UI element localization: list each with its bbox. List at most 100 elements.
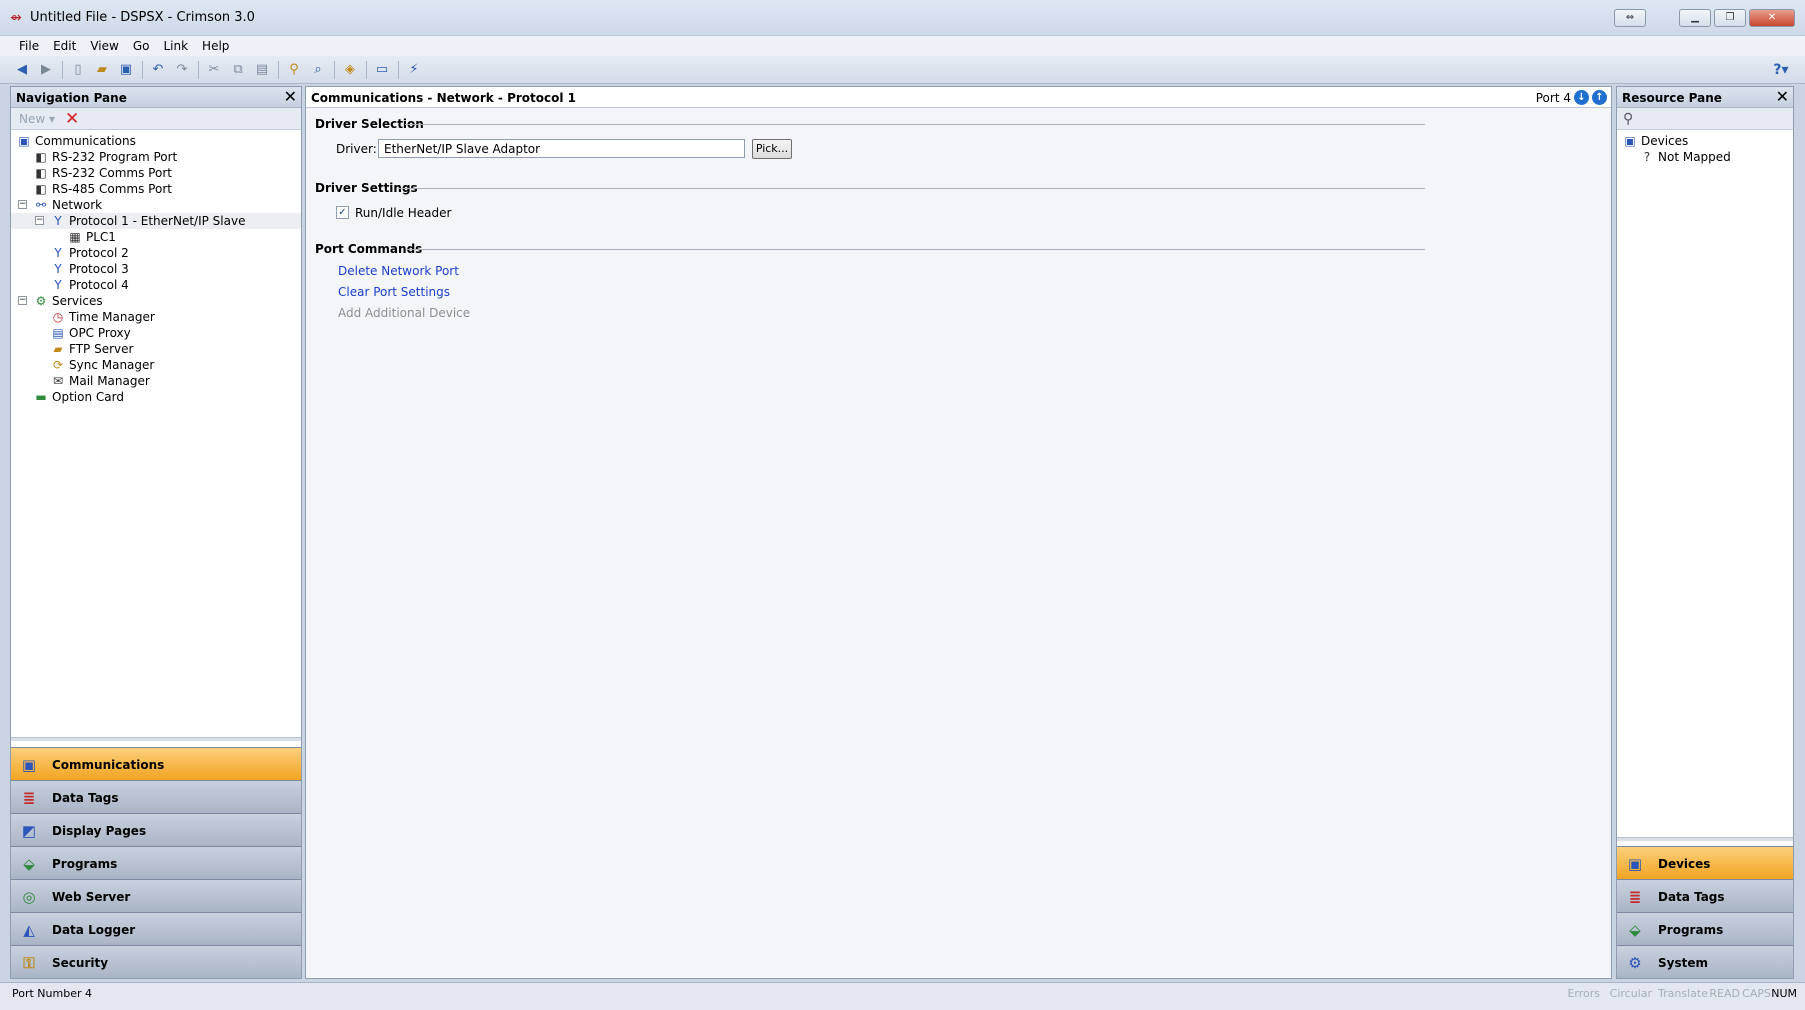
close-icon[interactable]: ✕	[284, 88, 297, 106]
undo-icon[interactable]: ↶	[148, 60, 168, 80]
tree-item[interactable]: − ⚙ Services	[11, 293, 301, 309]
tree-item[interactable]: Y Protocol 4	[11, 277, 301, 293]
driver-field[interactable]: EtherNet/IP Slave Adaptor	[378, 139, 745, 158]
find-replace-icon[interactable]: ⌕	[308, 60, 328, 80]
tree-item[interactable]: − ⚯ Network	[11, 197, 301, 213]
tree-item[interactable]: ✉ Mail Manager	[11, 373, 301, 389]
category-button[interactable]: ◭ Data Logger	[11, 912, 301, 945]
ftp-server-icon: ▰	[53, 342, 63, 356]
category-button[interactable]: ▣ Devices	[1617, 846, 1793, 879]
resource-pane: Resource Pane ✕ ⚲ ▣ Devices? Not Mapped ▣ D…	[1616, 86, 1794, 979]
forward-icon[interactable]: ▶	[36, 60, 56, 80]
menu-file[interactable]: File	[14, 36, 48, 56]
add-additional-device-link: Add Additional Device	[338, 306, 471, 320]
option-card-icon: ▬	[35, 390, 47, 404]
tree-item[interactable]: ◧ RS-485 Comms Port	[11, 181, 301, 197]
tree-item-label: Devices	[1641, 134, 1689, 148]
clear-port-settings-link[interactable]: Clear Port Settings	[338, 285, 450, 299]
link-icon[interactable]: ⚡	[404, 60, 424, 80]
category-button[interactable]: ⚙ System	[1617, 945, 1793, 978]
category-button[interactable]: ≣ Data Tags	[1617, 879, 1793, 912]
resource-toolbar: ⚲	[1617, 108, 1793, 130]
tree-item[interactable]: − Y Protocol 1 - EtherNet/IP Slave	[11, 213, 301, 229]
tree-item[interactable]: ▣ Communications	[11, 133, 301, 149]
tree-item[interactable]: ? Not Mapped	[1617, 149, 1793, 165]
tree-item[interactable]: ⟳ Sync Manager	[11, 357, 301, 373]
close-icon[interactable]: ✕	[1776, 88, 1789, 106]
paste-icon[interactable]: ▤	[252, 60, 272, 80]
data-tags-icon: ≣	[1628, 888, 1642, 906]
tree-item-label: Services	[52, 294, 103, 308]
menu-help[interactable]: Help	[197, 36, 238, 56]
menu-edit[interactable]: Edit	[48, 36, 85, 56]
new-item-button[interactable]: New ▾	[19, 112, 55, 126]
back-icon[interactable]: ◀	[12, 60, 32, 80]
arrow-up-icon[interactable]: ↑	[1592, 90, 1607, 105]
tree-item[interactable]: ◷ Time Manager	[11, 309, 301, 325]
data-logger-icon: ◭	[23, 921, 35, 939]
tree-collapse-icon[interactable]: −	[18, 200, 27, 209]
category-button[interactable]: ⚿ Security	[11, 945, 301, 978]
cut-icon[interactable]: ✂	[204, 60, 224, 80]
tree-item[interactable]: ▣ Devices	[1617, 133, 1793, 149]
close-button[interactable]: ✕	[1749, 9, 1795, 27]
find-icon[interactable]: ⚲	[284, 60, 304, 80]
tree-item-label: Protocol 3	[69, 262, 129, 276]
tree-item-label: RS-232 Program Port	[52, 150, 178, 164]
driver-label: Driver:	[336, 142, 377, 156]
port-navigator: Port 4 ↓ ↑	[1536, 90, 1607, 105]
tree-item[interactable]: ◧ RS-232 Program Port	[11, 149, 301, 165]
run-idle-checkbox[interactable]: ✓	[336, 206, 349, 219]
category-button[interactable]: ◩ Display Pages	[11, 813, 301, 846]
pane-splitter[interactable]	[1617, 837, 1793, 841]
maximize-button[interactable]: ❐	[1714, 9, 1746, 27]
status-circular: Circular	[1609, 987, 1652, 1000]
new-file-icon[interactable]: ▯	[68, 60, 88, 80]
category-label: Programs	[52, 857, 118, 871]
tree-item[interactable]: ▦ PLC1	[11, 229, 301, 245]
minimize-button[interactable]: ▁	[1679, 9, 1711, 27]
toolbar-separator	[366, 60, 367, 79]
menu-link[interactable]: Link	[158, 36, 197, 56]
tree-item[interactable]: Y Protocol 2	[11, 245, 301, 261]
tree-item-label: Protocol 4	[69, 278, 129, 292]
tree-item[interactable]: ◧ RS-232 Comms Port	[11, 165, 301, 181]
search-icon[interactable]: ⚲	[1623, 111, 1633, 127]
communications-icon: ▣	[21, 756, 37, 774]
category-button[interactable]: ▣ Communications	[11, 747, 301, 780]
menu-view[interactable]: View	[85, 36, 127, 56]
delete-network-port-link[interactable]: Delete Network Port	[338, 264, 459, 278]
swap-icon[interactable]: ⇔	[1614, 9, 1646, 27]
arrow-down-icon[interactable]: ↓	[1574, 90, 1589, 105]
tree-collapse-icon[interactable]: −	[18, 296, 27, 305]
tree-item[interactable]: Y Protocol 3	[11, 261, 301, 277]
category-button[interactable]: ◎ Web Server	[11, 879, 301, 912]
help-icon[interactable]: ?▾	[1769, 60, 1793, 80]
navigation-pane: Navigation Pane ✕ New ▾ ✕ ▣ Communication…	[10, 86, 302, 979]
pane-splitter[interactable]	[11, 737, 301, 741]
translate-icon[interactable]: ◈	[340, 60, 360, 80]
crimson-logo-icon: ⇴	[10, 10, 22, 26]
category-label: Programs	[1658, 923, 1724, 937]
resource-pane-header: Resource Pane ✕	[1617, 87, 1793, 108]
pick-driver-button[interactable]: Pick...	[752, 139, 792, 159]
save-icon[interactable]: ▣	[116, 60, 136, 80]
category-button[interactable]: ⬙ Programs	[1617, 912, 1793, 945]
category-label: Security	[52, 956, 109, 970]
menu-go[interactable]: Go	[128, 36, 159, 56]
tree-item[interactable]: ▤ OPC Proxy	[11, 325, 301, 341]
category-button[interactable]: ≣ Data Tags	[11, 780, 301, 813]
copy-icon[interactable]: ⧉	[228, 60, 248, 80]
display-icon[interactable]: ▭	[372, 60, 392, 80]
navigation-pane-title: Navigation Pane	[16, 91, 127, 105]
resource-tree: ▣ Devices? Not Mapped	[1617, 130, 1793, 165]
open-folder-icon[interactable]: ▰	[92, 60, 112, 80]
delete-icon[interactable]: ✕	[65, 109, 79, 129]
tree-collapse-icon[interactable]: −	[35, 216, 44, 225]
category-button[interactable]: ⬙ Programs	[11, 846, 301, 879]
tree-item-label: FTP Server	[69, 342, 134, 356]
tree-item[interactable]: ▬ Option Card	[11, 389, 301, 405]
tree-item[interactable]: ▰ FTP Server	[11, 341, 301, 357]
redo-icon[interactable]: ↷	[172, 60, 192, 80]
status-read: READ	[1709, 987, 1740, 1000]
